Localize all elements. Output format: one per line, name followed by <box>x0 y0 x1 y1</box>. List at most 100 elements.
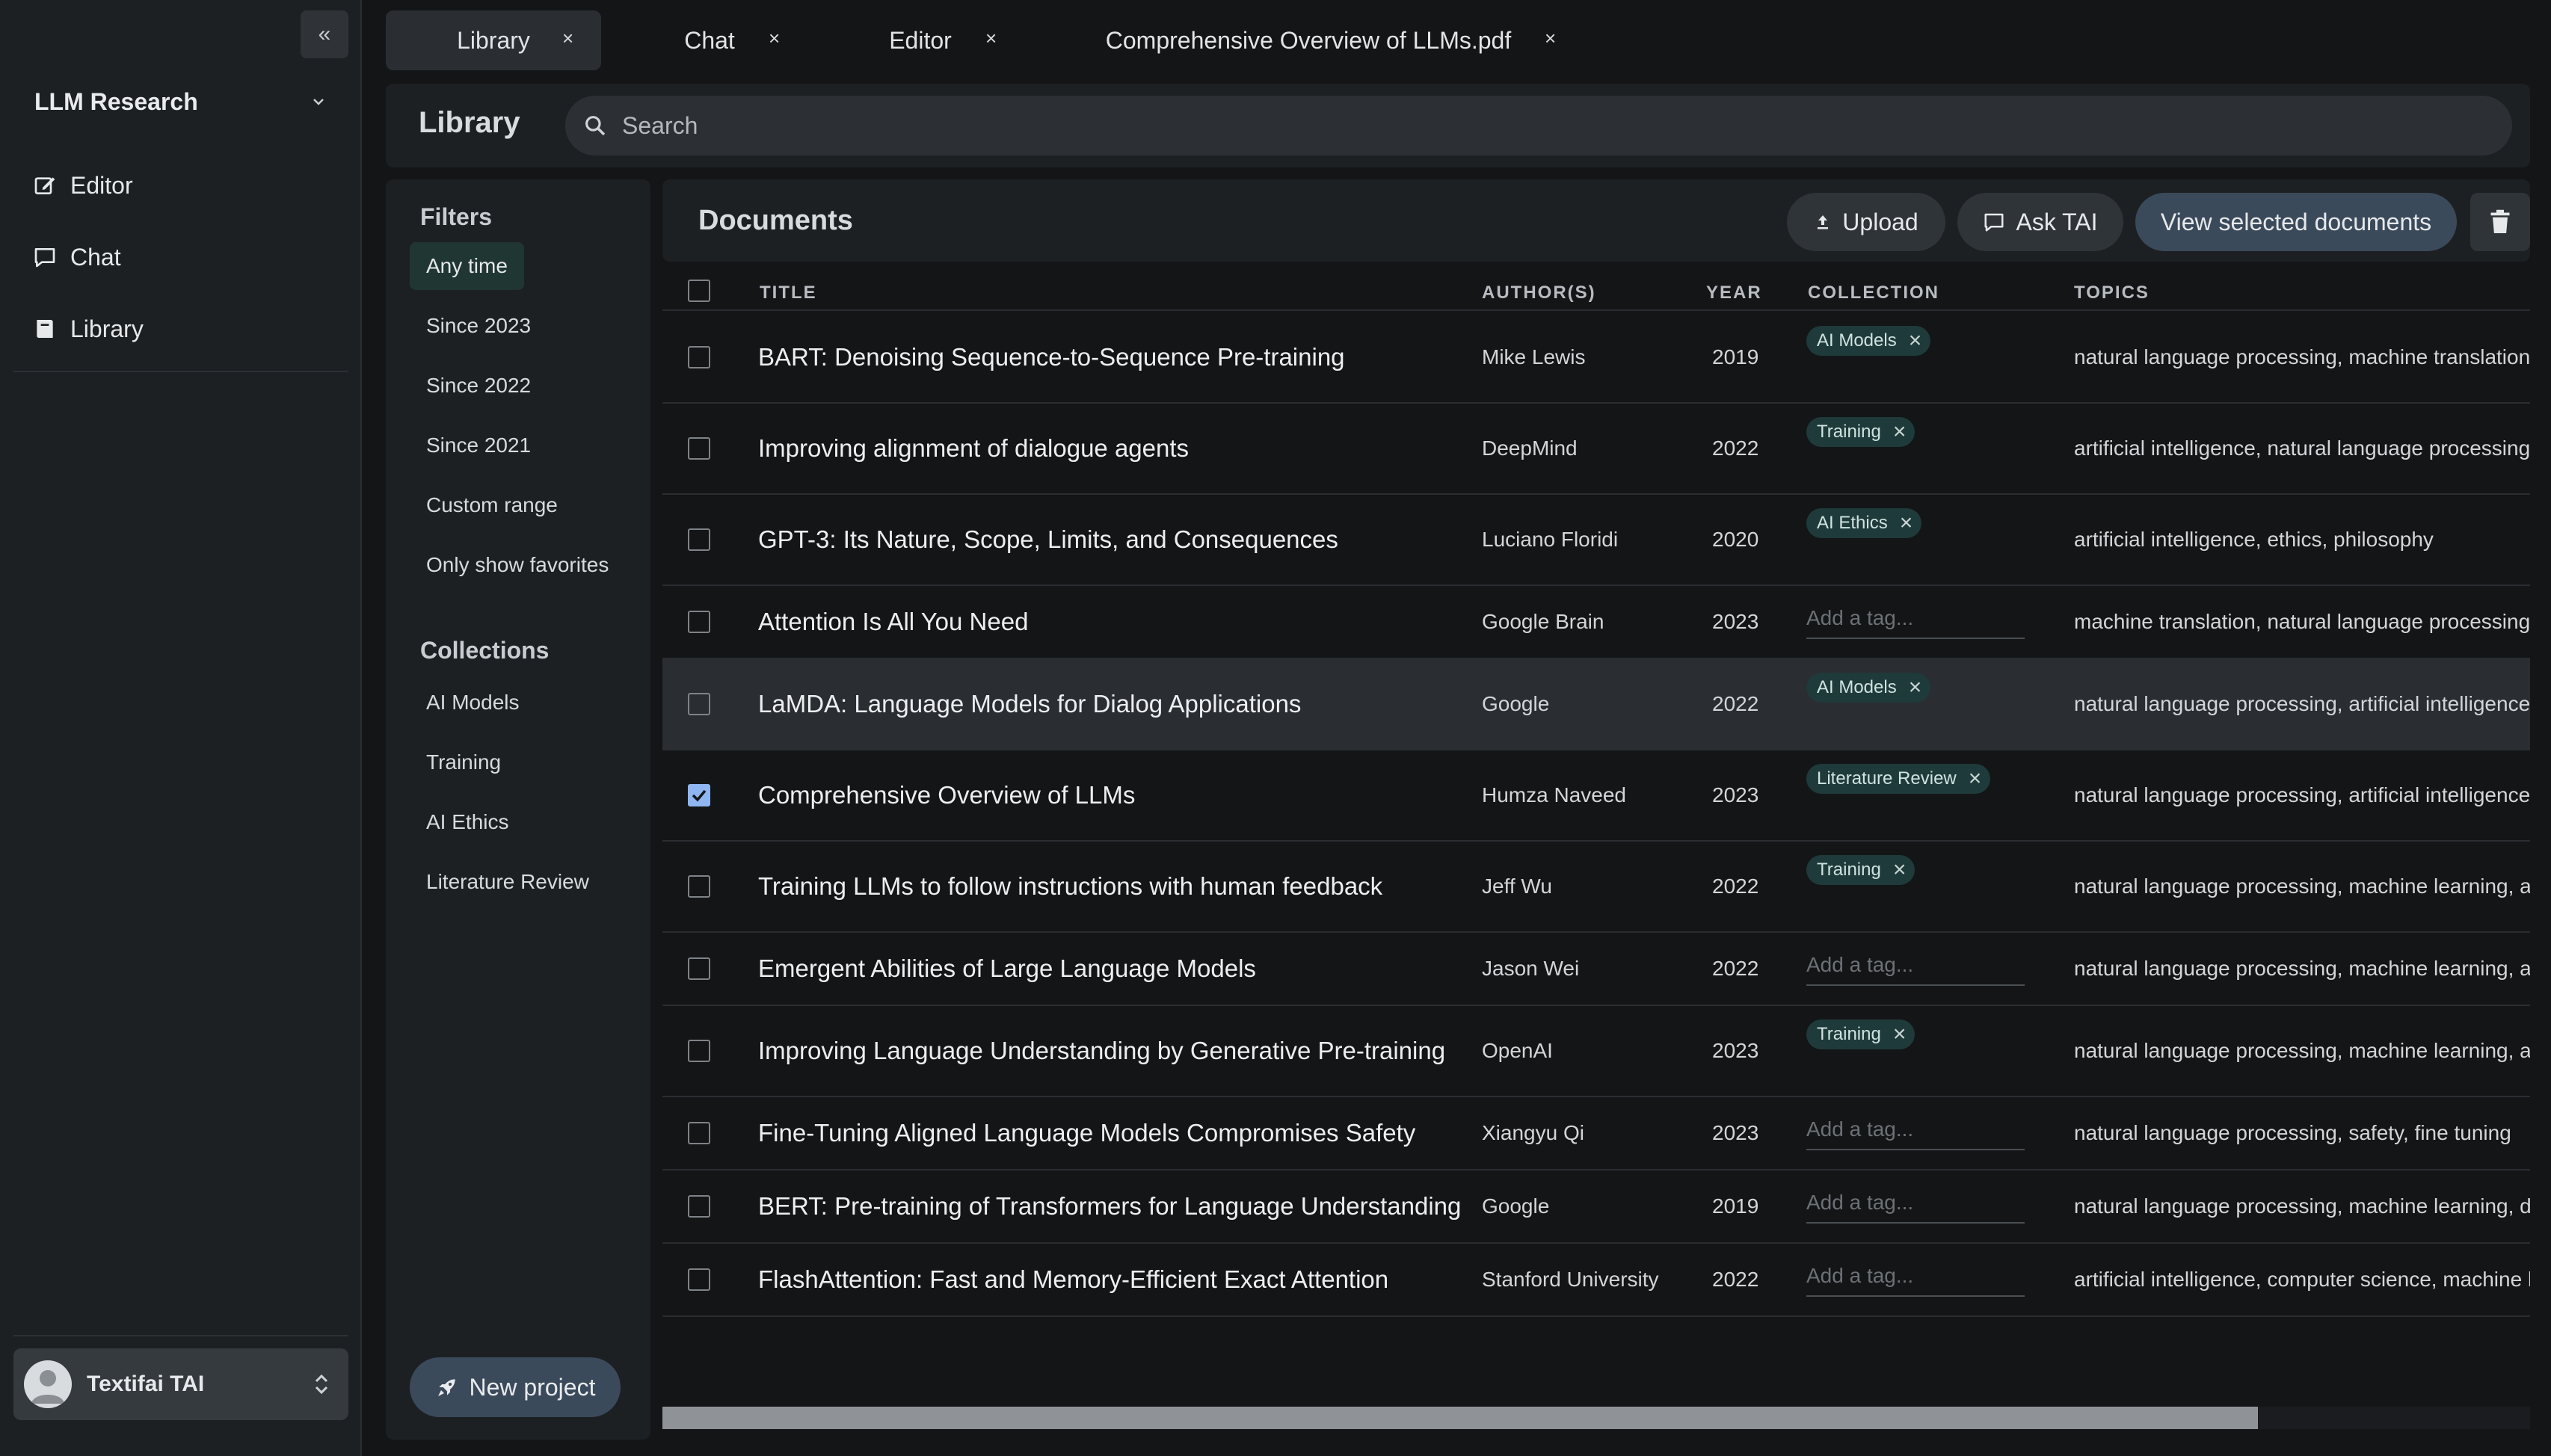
close-icon[interactable]: × <box>1545 27 1556 50</box>
row-checkbox[interactable] <box>688 611 710 633</box>
search-input[interactable] <box>622 111 2416 140</box>
row-checkbox[interactable] <box>688 528 710 551</box>
document-author: OpenAI <box>1482 1039 1553 1062</box>
column-header-authors[interactable]: AUTHOR(S) <box>1482 283 1596 303</box>
row-checkbox[interactable] <box>688 875 710 898</box>
table-row[interactable]: Emergent Abilities of Large Language Mod… <box>662 933 2530 1006</box>
row-checkbox[interactable] <box>688 1122 710 1144</box>
row-checkbox[interactable] <box>688 693 710 715</box>
ask-tai-button[interactable]: Ask TAI <box>1957 193 2123 251</box>
upload-button[interactable]: Upload <box>1787 193 1945 251</box>
row-checkbox[interactable] <box>688 437 710 460</box>
document-title[interactable]: GPT-3: Its Nature, Scope, Limits, and Co… <box>758 525 1338 554</box>
document-year: 2022 <box>1712 957 1759 980</box>
tab-editor[interactable]: Editor <box>861 10 979 70</box>
table-row[interactable]: Training LLMs to follow instructions wit… <box>662 842 2530 933</box>
table-row[interactable]: LaMDA: Language Models for Dialog Applic… <box>662 659 2530 750</box>
filter-since-2021[interactable]: Since 2021 <box>410 422 547 469</box>
sidebar-item-editor[interactable]: Editor <box>33 163 332 208</box>
close-icon[interactable]: × <box>985 27 997 50</box>
row-checkbox[interactable] <box>688 1195 710 1218</box>
document-title[interactable]: LaMDA: Language Models for Dialog Applic… <box>758 690 1301 718</box>
row-checkbox[interactable] <box>688 346 710 368</box>
row-checkbox[interactable] <box>688 784 710 806</box>
table-row[interactable]: Improving Language Understanding by Gene… <box>662 1006 2530 1097</box>
collection-chip[interactable]: Training × <box>1806 855 1915 885</box>
document-title[interactable]: Emergent Abilities of Large Language Mod… <box>758 954 1256 983</box>
remove-tag-icon[interactable]: × <box>1893 857 1907 883</box>
view-selected-documents-button[interactable]: View selected documents <box>2135 193 2457 251</box>
document-title[interactable]: FlashAttention: Fast and Memory-Efficien… <box>758 1265 1388 1294</box>
document-title[interactable]: Improving alignment of dialogue agents <box>758 434 1189 463</box>
remove-tag-icon[interactable]: × <box>1893 1022 1907 1047</box>
add-tag-input[interactable]: Add a tag... <box>1806 1188 2025 1224</box>
document-author: Jason Wei <box>1482 957 1580 980</box>
book-icon <box>37 320 53 338</box>
filters-panel: Filters Any time Since 2023 Since 2022 S… <box>386 179 650 1440</box>
collection-chip[interactable]: AI Models × <box>1806 326 1931 356</box>
close-icon[interactable]: × <box>562 27 573 50</box>
row-checkbox[interactable] <box>688 957 710 980</box>
filter-any-time[interactable]: Any time <box>410 242 524 290</box>
filter-since-2022[interactable]: Since 2022 <box>410 362 547 410</box>
column-header-collection[interactable]: COLLECTION <box>1808 283 1939 303</box>
tab-chat[interactable]: Chat <box>646 10 773 70</box>
document-title[interactable]: Fine-Tuning Aligned Language Models Comp… <box>758 1119 1415 1147</box>
document-title[interactable]: BERT: Pre-training of Transformers for L… <box>758 1192 1461 1221</box>
collection-chip[interactable]: AI Ethics × <box>1806 508 1922 538</box>
sidebar-item-chat[interactable]: Chat <box>33 235 332 280</box>
document-title[interactable]: Improving Language Understanding by Gene… <box>758 1037 1445 1065</box>
column-header-year[interactable]: YEAR <box>1706 283 1762 303</box>
document-title[interactable]: Attention Is All You Need <box>758 608 1028 636</box>
add-tag-input[interactable]: Add a tag... <box>1806 1114 2025 1150</box>
tab-document[interactable]: Comprehensive Overview of LLMs.pdf <box>1092 10 1525 70</box>
table-row[interactable]: BART: Denoising Sequence-to-Sequence Pre… <box>662 312 2530 404</box>
collection-chip[interactable]: Literature Review × <box>1806 764 1991 794</box>
search-bar[interactable] <box>565 96 2512 155</box>
table-row[interactable]: Fine-Tuning Aligned Language Models Comp… <box>662 1097 2530 1170</box>
filter-custom-range[interactable]: Custom range <box>410 481 574 529</box>
collection-chip[interactable]: AI Models × <box>1806 673 1931 703</box>
collection-chip[interactable]: Training × <box>1806 417 1915 447</box>
remove-tag-icon[interactable]: × <box>1909 328 1922 354</box>
add-tag-input[interactable]: Add a tag... <box>1806 950 2025 986</box>
remove-tag-icon[interactable]: × <box>1909 675 1922 700</box>
document-title[interactable]: Training LLMs to follow instructions wit… <box>758 872 1382 901</box>
remove-tag-icon[interactable]: × <box>1900 510 1913 536</box>
row-checkbox[interactable] <box>688 1268 710 1291</box>
column-header-topics[interactable]: TOPICS <box>2074 283 2150 303</box>
document-topics: natural language processing, artificial … <box>2074 692 2530 715</box>
collection-ai-ethics[interactable]: AI Ethics <box>410 798 525 846</box>
project-selector[interactable]: LLM Research <box>34 82 326 121</box>
document-title[interactable]: BART: Denoising Sequence-to-Sequence Pre… <box>758 343 1345 371</box>
filter-since-2023[interactable]: Since 2023 <box>410 302 547 350</box>
avatar <box>24 1360 72 1408</box>
table-row[interactable]: FlashAttention: Fast and Memory-Efficien… <box>662 1244 2530 1317</box>
remove-tag-icon[interactable]: × <box>1969 766 1982 792</box>
horizontal-scrollbar-thumb[interactable] <box>662 1407 2258 1429</box>
table-row[interactable]: Attention Is All You Need Google Brain 202… <box>662 586 2530 659</box>
user-menu[interactable]: Textifai TAI <box>13 1348 348 1420</box>
add-tag-input[interactable]: Add a tag... <box>1806 603 2025 639</box>
select-all-checkbox[interactable] <box>688 280 710 302</box>
close-icon[interactable]: × <box>769 27 780 50</box>
collapse-sidebar-button[interactable]: « <box>301 10 348 58</box>
table-row[interactable]: Comprehensive Overview of LLMs Humza Nave… <box>662 750 2530 842</box>
sidebar-item-library[interactable]: Library <box>33 306 332 351</box>
table-row[interactable]: BERT: Pre-training of Transformers for L… <box>662 1170 2530 1244</box>
column-header-title[interactable]: TITLE <box>760 283 817 303</box>
remove-tag-icon[interactable]: × <box>1893 419 1907 445</box>
collection-chip[interactable]: Training × <box>1806 1019 1915 1049</box>
collection-ai-models[interactable]: AI Models <box>410 679 536 727</box>
divider <box>13 1335 348 1336</box>
table-row[interactable]: GPT-3: Its Nature, Scope, Limits, and Co… <box>662 495 2530 586</box>
new-project-button[interactable]: New project <box>410 1357 621 1417</box>
delete-button[interactable] <box>2470 193 2530 251</box>
collection-training[interactable]: Training <box>410 738 517 786</box>
row-checkbox[interactable] <box>688 1040 710 1062</box>
filter-only-favorites[interactable]: Only show favorites <box>410 541 625 589</box>
collection-literature-review[interactable]: Literature Review <box>410 858 606 906</box>
add-tag-input[interactable]: Add a tag... <box>1806 1261 2025 1297</box>
table-row[interactable]: Improving alignment of dialogue agents De… <box>662 404 2530 495</box>
document-title[interactable]: Comprehensive Overview of LLMs <box>758 781 1135 809</box>
